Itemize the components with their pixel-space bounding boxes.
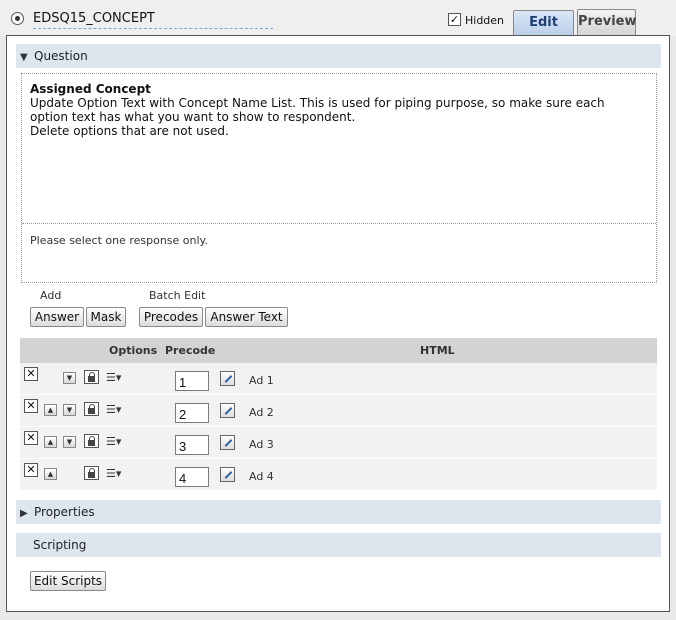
edit-pencil-icon[interactable] xyxy=(220,435,235,450)
option-menu-icon[interactable]: ☰▾ xyxy=(106,436,121,448)
precode-input[interactable] xyxy=(175,435,209,455)
lock-icon[interactable] xyxy=(84,434,99,448)
lock-icon[interactable] xyxy=(84,402,99,416)
precode-input[interactable] xyxy=(175,467,209,487)
add-mask-button[interactable]: Mask xyxy=(86,307,126,327)
options-table-header: Options Precode HTML xyxy=(20,338,657,363)
option-html-text[interactable]: Ad 4 xyxy=(249,470,274,483)
move-down-icon[interactable]: ▼ xyxy=(63,436,76,448)
table-row: ✕ ▲ ☰▾ Ad 4 xyxy=(20,459,657,491)
move-up-icon[interactable]: ▲ xyxy=(44,468,57,480)
batch-precodes-button[interactable]: Precodes xyxy=(139,307,203,327)
question-title: Assigned Concept xyxy=(30,82,151,96)
tab-edit[interactable]: Edit xyxy=(513,10,574,36)
triangle-down-icon: ▼ xyxy=(20,52,28,63)
table-row: ✕ ▼ ☰▾ Ad 1 xyxy=(20,363,657,395)
delete-option-icon[interactable]: ✕ xyxy=(24,431,38,445)
move-down-icon[interactable]: ▼ xyxy=(63,404,76,416)
scripting-section-header[interactable]: Scripting xyxy=(16,533,661,557)
hidden-checkbox[interactable]: ✓ xyxy=(448,13,461,26)
lock-icon[interactable] xyxy=(84,370,99,384)
lock-icon[interactable] xyxy=(84,466,99,480)
properties-section-header[interactable]: ▶ Properties xyxy=(16,500,661,524)
question-edit-panel: ▼ Question Assigned Concept Update Option… xyxy=(6,35,670,612)
column-options: Options xyxy=(109,344,158,357)
question-section-header[interactable]: ▼ Question xyxy=(16,44,661,68)
radio-question-type-icon xyxy=(11,12,24,25)
move-up-icon[interactable]: ▲ xyxy=(44,404,57,416)
question-body-line: option text has what you want to show to… xyxy=(30,110,356,124)
question-text-area[interactable]: Assigned Concept Update Option Text with… xyxy=(21,73,657,283)
question-id-field[interactable]: EDSQ15_CONCEPT xyxy=(33,10,273,29)
edit-pencil-icon[interactable] xyxy=(220,467,235,482)
question-section-label: Question xyxy=(34,49,88,63)
option-html-text[interactable]: Ad 3 xyxy=(249,438,274,451)
batch-edit-group-label: Batch Edit xyxy=(149,289,206,302)
delete-option-icon[interactable]: ✕ xyxy=(24,367,38,381)
option-menu-icon[interactable]: ☰▾ xyxy=(106,372,121,384)
move-up-icon[interactable]: ▲ xyxy=(44,436,57,448)
options-table: Options Precode HTML ✕ ▼ ☰▾ Ad 1 ✕ ▲ ▼ ☰… xyxy=(20,338,657,491)
precode-input[interactable] xyxy=(175,371,209,391)
edit-pencil-icon[interactable] xyxy=(220,403,235,418)
batch-answer-text-button[interactable]: Answer Text xyxy=(205,307,288,327)
question-body-line: Update Option Text with Concept Name Lis… xyxy=(30,96,605,110)
triangle-right-icon: ▶ xyxy=(20,508,28,519)
edit-pencil-icon[interactable] xyxy=(220,371,235,386)
table-row: ✕ ▲ ▼ ☰▾ Ad 2 xyxy=(20,395,657,427)
option-html-text[interactable]: Ad 2 xyxy=(249,406,274,419)
move-down-icon[interactable]: ▼ xyxy=(63,372,76,384)
question-divider xyxy=(22,223,656,224)
properties-section-label: Properties xyxy=(34,505,95,519)
column-html: HTML xyxy=(420,344,455,357)
add-answer-button[interactable]: Answer xyxy=(30,307,84,327)
precode-input[interactable] xyxy=(175,403,209,423)
option-menu-icon[interactable]: ☰▾ xyxy=(106,468,121,480)
column-precode: Precode xyxy=(165,344,216,357)
question-header: EDSQ15_CONCEPT ✓ Hidden Edit Preview xyxy=(0,0,676,36)
hidden-label: Hidden xyxy=(465,14,505,27)
instruction-text[interactable]: Please select one response only. xyxy=(30,234,208,247)
table-row: ✕ ▲ ▼ ☰▾ Ad 3 xyxy=(20,427,657,459)
option-menu-icon[interactable]: ☰▾ xyxy=(106,404,121,416)
option-html-text[interactable]: Ad 1 xyxy=(249,374,274,387)
question-body-line: Delete options that are not used. xyxy=(30,124,229,138)
add-group-label: Add xyxy=(40,289,62,302)
edit-scripts-button[interactable]: Edit Scripts xyxy=(30,571,106,591)
delete-option-icon[interactable]: ✕ xyxy=(24,463,38,477)
scripting-section-label: Scripting xyxy=(33,538,87,552)
delete-option-icon[interactable]: ✕ xyxy=(24,399,38,413)
tab-preview[interactable]: Preview xyxy=(577,9,637,35)
question-text: Assigned Concept Update Option Text with… xyxy=(30,82,650,138)
